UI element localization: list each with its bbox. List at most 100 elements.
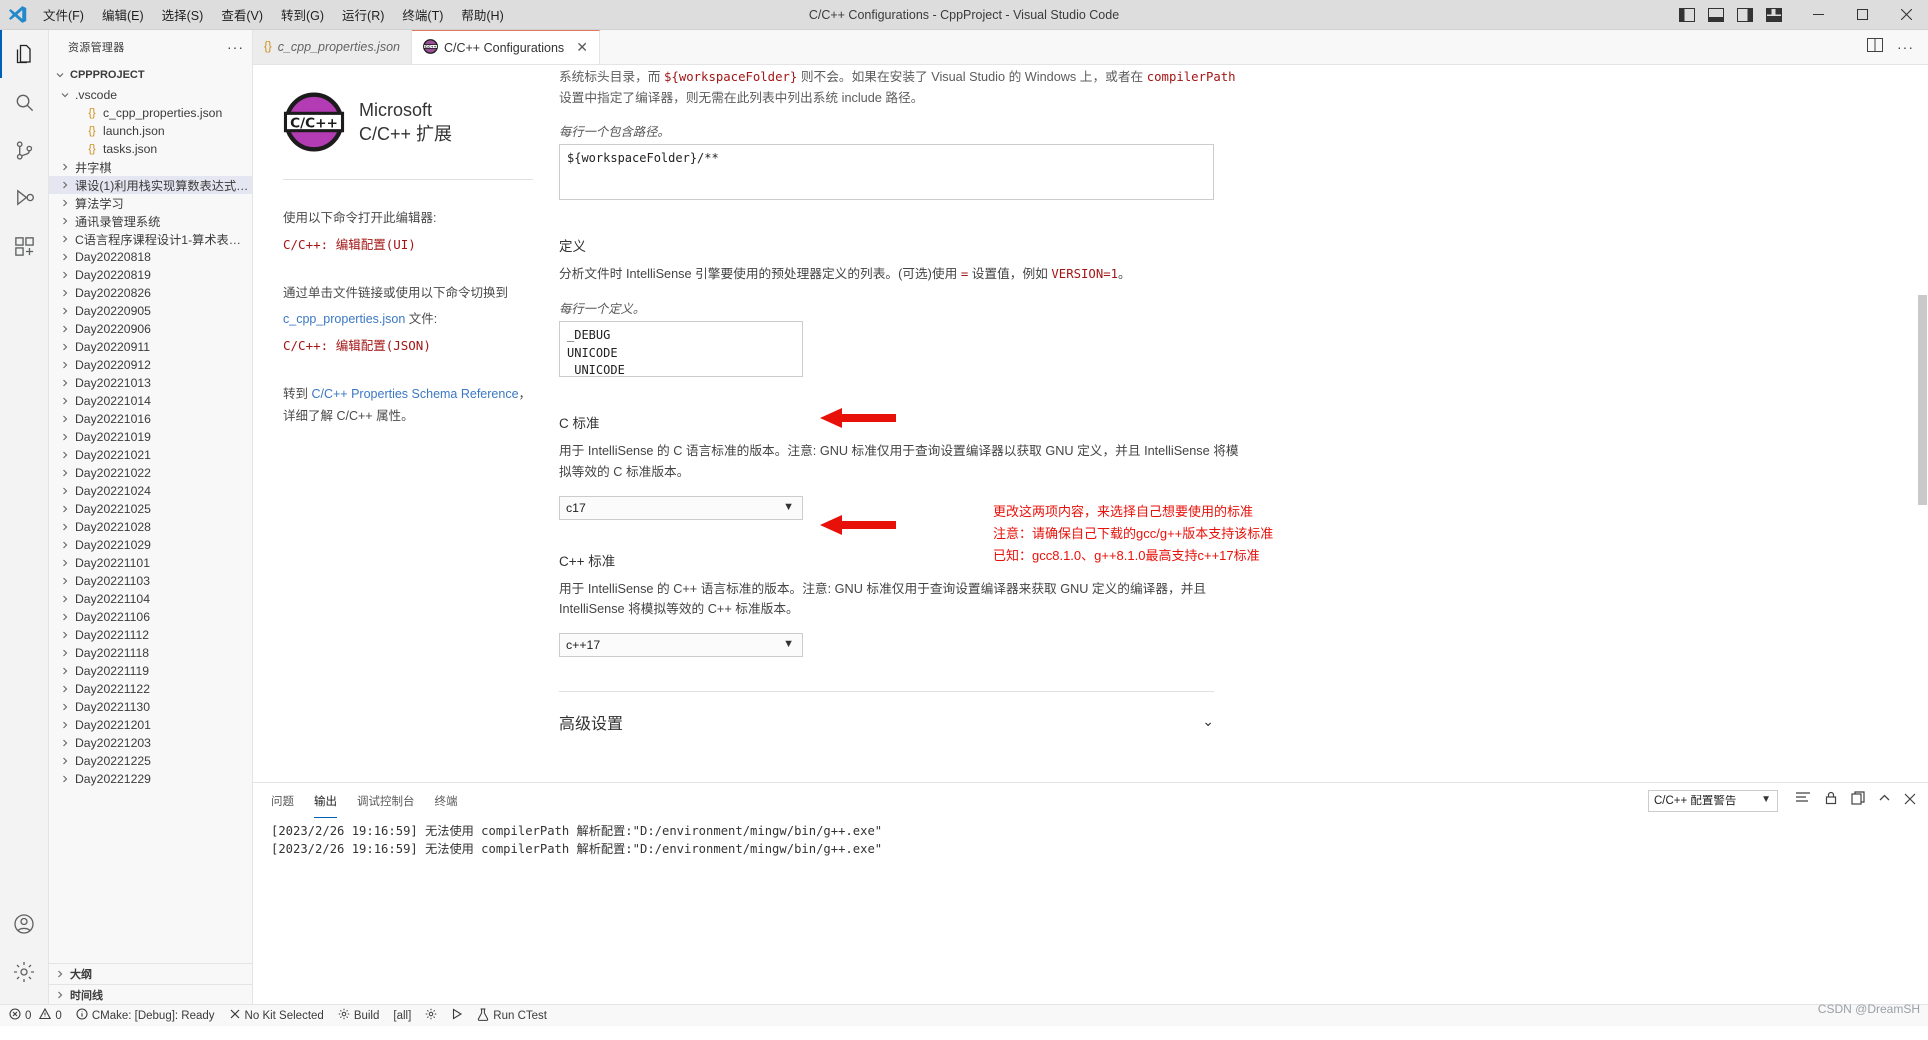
menu-edit[interactable]: 编辑(E) bbox=[93, 1, 153, 28]
window-maximize-button[interactable] bbox=[1840, 0, 1884, 30]
tree-item-folder[interactable]: Day20220905 bbox=[49, 302, 252, 320]
activitybar-settings-gear-icon[interactable] bbox=[0, 948, 49, 996]
menu-help[interactable]: 帮助(H) bbox=[452, 1, 512, 28]
chevron-right-icon[interactable] bbox=[58, 504, 72, 514]
sidebar-section-timeline[interactable]: 时间线 bbox=[49, 984, 252, 1004]
tree-item-folder[interactable]: Day20220826 bbox=[49, 284, 252, 302]
window-close-button[interactable] bbox=[1884, 0, 1928, 30]
chevron-right-icon[interactable] bbox=[58, 162, 72, 172]
tree-item-folder[interactable]: Day20220911 bbox=[49, 338, 252, 356]
panel-tab-output[interactable]: 输出 bbox=[314, 783, 337, 818]
chevron-right-icon[interactable] bbox=[58, 378, 72, 388]
tree-item-folder[interactable]: Day20221103 bbox=[49, 572, 252, 590]
tree-item-folder[interactable]: Day20221119 bbox=[49, 662, 252, 680]
tree-item-folder[interactable]: Day20220818 bbox=[49, 248, 252, 266]
toggle-panel-icon[interactable] bbox=[1708, 7, 1724, 22]
tree-item-folder[interactable]: Day20221022 bbox=[49, 464, 252, 482]
chevron-right-icon[interactable] bbox=[58, 180, 72, 190]
chevron-right-icon[interactable] bbox=[58, 270, 72, 280]
status-debug-button[interactable] bbox=[418, 1005, 444, 1027]
tree-item-folder[interactable]: Day20221122 bbox=[49, 680, 252, 698]
menu-terminal[interactable]: 终端(T) bbox=[393, 1, 452, 28]
tree-item-folder[interactable]: Day20220912 bbox=[49, 356, 252, 374]
chevron-right-icon[interactable] bbox=[58, 756, 72, 766]
chevron-right-icon[interactable] bbox=[58, 594, 72, 604]
activitybar-run-debug-icon[interactable] bbox=[0, 174, 49, 222]
tree-item-folder[interactable]: 井字棋 bbox=[49, 158, 252, 176]
status-kit-selector[interactable]: No Kit Selected bbox=[222, 1005, 331, 1027]
chevron-right-icon[interactable] bbox=[58, 684, 72, 694]
tree-item-folder[interactable]: Day20221029 bbox=[49, 536, 252, 554]
chevron-right-icon[interactable] bbox=[58, 738, 72, 748]
menu-run[interactable]: 运行(R) bbox=[333, 1, 393, 28]
panel-tab-debug-console[interactable]: 调试控制台 bbox=[357, 783, 415, 818]
chevron-right-icon[interactable] bbox=[58, 252, 72, 262]
tree-item-folder[interactable]: Day20221014 bbox=[49, 392, 252, 410]
tree-item-folder[interactable]: Day20221104 bbox=[49, 590, 252, 608]
tree-item-file[interactable]: {} tasks.json bbox=[49, 140, 252, 158]
chevron-right-icon[interactable] bbox=[58, 720, 72, 730]
tree-item-folder[interactable]: .vscode bbox=[49, 86, 252, 104]
status-build-button[interactable]: Build bbox=[331, 1005, 387, 1027]
chevron-right-icon[interactable] bbox=[58, 234, 72, 244]
tree-item-folder[interactable]: Day20221225 bbox=[49, 752, 252, 770]
tree-item-file[interactable]: {} launch.json bbox=[49, 122, 252, 140]
output-channel-select[interactable]: C/C++ 配置警告 bbox=[1648, 789, 1778, 812]
chevron-down-icon[interactable]: ⌄ bbox=[1202, 713, 1214, 730]
chevron-right-icon[interactable] bbox=[58, 576, 72, 586]
tree-item-folder[interactable]: Day20221016 bbox=[49, 410, 252, 428]
chevron-right-icon[interactable] bbox=[58, 324, 72, 334]
window-minimize-button[interactable] bbox=[1796, 0, 1840, 30]
chevron-right-icon[interactable] bbox=[58, 648, 72, 658]
tree-item-folder[interactable]: Day20221201 bbox=[49, 716, 252, 734]
status-launch-button[interactable] bbox=[444, 1005, 470, 1027]
tree-item-folder[interactable]: Day20221021 bbox=[49, 446, 252, 464]
chevron-right-icon[interactable] bbox=[58, 432, 72, 442]
file-tree[interactable]: .vscode {} c_cpp_properties.json {} launch.j… bbox=[49, 86, 252, 963]
tree-item-file[interactable]: {} c_cpp_properties.json bbox=[49, 104, 252, 122]
activitybar-accounts-icon[interactable] bbox=[0, 900, 49, 948]
tree-item-folder[interactable]: 通讯录管理系统 bbox=[49, 212, 252, 230]
menu-go[interactable]: 转到(G) bbox=[272, 1, 333, 28]
chevron-right-icon[interactable] bbox=[58, 360, 72, 370]
tree-item-folder[interactable]: Day20220906 bbox=[49, 320, 252, 338]
chevron-right-icon[interactable] bbox=[58, 216, 72, 226]
chevron-right-icon[interactable] bbox=[58, 540, 72, 550]
close-panel-icon[interactable] bbox=[1904, 792, 1916, 810]
tree-item-folder[interactable]: Day20221101 bbox=[49, 554, 252, 572]
tab-c-cpp-properties-json[interactable]: {} c_cpp_properties.json bbox=[253, 30, 412, 64]
defines-textarea[interactable] bbox=[559, 321, 803, 378]
activitybar-extensions-icon[interactable] bbox=[0, 222, 49, 270]
editor-more-actions-icon[interactable]: ··· bbox=[1897, 39, 1914, 55]
include-path-textarea[interactable] bbox=[559, 144, 1214, 201]
cpp-standard-select[interactable]: c++98c++03c++11c++14c++17c++20gnu++14gnu… bbox=[559, 632, 803, 657]
open-in-editor-icon[interactable] bbox=[1851, 791, 1865, 810]
tab-close-icon[interactable]: ✕ bbox=[576, 39, 588, 56]
chevron-right-icon[interactable] bbox=[58, 450, 72, 460]
panel-tab-problems[interactable]: 问题 bbox=[271, 783, 294, 818]
webview-scrollbar[interactable] bbox=[1918, 65, 1928, 782]
tree-item-folder[interactable]: Day20221024 bbox=[49, 482, 252, 500]
panel-tab-terminal[interactable]: 终端 bbox=[435, 783, 458, 818]
activitybar-source-control-icon[interactable] bbox=[0, 126, 49, 174]
panel-output-body[interactable]: [2023/2/26 19:16:59] 无法使用 compilerPath 解… bbox=[253, 818, 1928, 1004]
maximize-panel-icon[interactable] bbox=[1878, 792, 1891, 810]
advanced-settings-row[interactable]: 高级设置 ⌄ bbox=[559, 690, 1214, 734]
chevron-right-icon[interactable] bbox=[58, 666, 72, 676]
tree-item-folder[interactable]: Day20221203 bbox=[49, 734, 252, 752]
split-editor-icon[interactable] bbox=[1867, 37, 1883, 57]
status-target-selector[interactable]: [all] bbox=[386, 1005, 418, 1027]
tree-item-folder[interactable]: Day20221229 bbox=[49, 770, 252, 788]
tree-item-folder[interactable]: Day20220819 bbox=[49, 266, 252, 284]
chevron-right-icon[interactable] bbox=[58, 468, 72, 478]
chevron-right-icon[interactable] bbox=[58, 486, 72, 496]
customize-layout-icon[interactable] bbox=[1766, 7, 1782, 22]
tree-item-folder[interactable]: Day20221130 bbox=[49, 698, 252, 716]
tree-item-folder[interactable]: C语言程序课程设计1-算术表达式求值 bbox=[49, 230, 252, 248]
chevron-right-icon[interactable] bbox=[58, 774, 72, 784]
chevron-right-icon[interactable] bbox=[58, 306, 72, 316]
c-cpp-properties-json-link[interactable]: c_cpp_properties.json bbox=[283, 312, 405, 326]
menu-file[interactable]: 文件(F) bbox=[34, 1, 93, 28]
tree-item-folder[interactable]: Day20221019 bbox=[49, 428, 252, 446]
activitybar-explorer-icon[interactable] bbox=[0, 30, 49, 78]
